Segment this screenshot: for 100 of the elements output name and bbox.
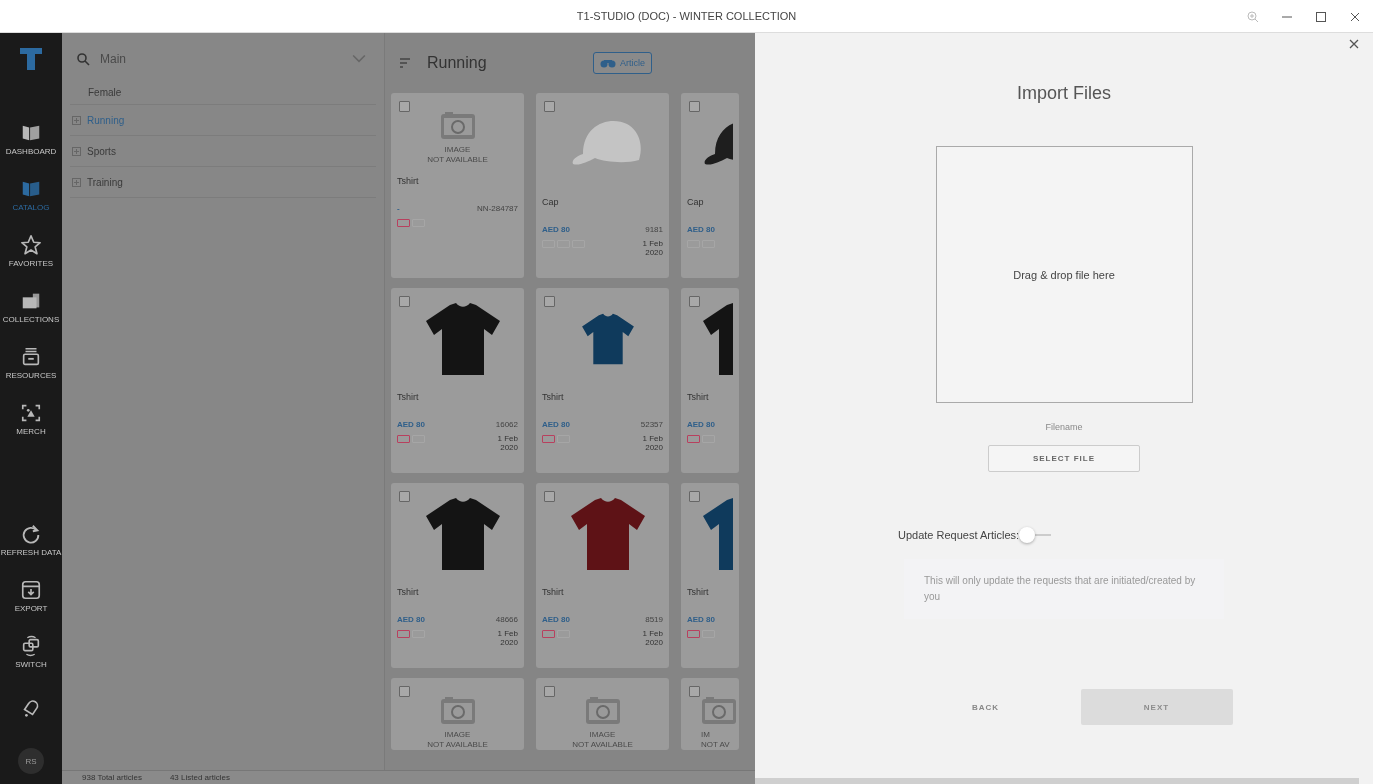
product-card[interactable]: IMAGE NOT AVAILABLE Tshirt - NN-284787 bbox=[391, 93, 524, 278]
checkbox[interactable] bbox=[689, 296, 700, 307]
back-button[interactable]: BACK bbox=[930, 690, 1041, 724]
product-price: AED 80 bbox=[397, 420, 425, 429]
product-price: AED 80 bbox=[542, 615, 570, 624]
nav-item[interactable]: REFRESH DATA bbox=[0, 512, 62, 568]
nav-item[interactable]: RESOURCES bbox=[0, 335, 62, 391]
product-name: Tshirt bbox=[397, 175, 420, 186]
toggle-label: Update Request Articles: bbox=[898, 529, 1020, 541]
checkbox[interactable] bbox=[544, 101, 555, 112]
close-icon[interactable] bbox=[1349, 10, 1361, 23]
product-card[interactable]: Tshirt AED 80 8519 1 Feb 2020 bbox=[536, 483, 669, 668]
filename-field[interactable]: Filename bbox=[1002, 421, 1126, 433]
product-card[interactable]: Tshirt AED 80 16062 1 Feb 2020 bbox=[391, 288, 524, 473]
nav-item[interactable]: FAVORITES bbox=[0, 223, 62, 279]
product-card[interactable]: IM NOT AV bbox=[681, 678, 739, 750]
checkbox[interactable] bbox=[399, 101, 410, 112]
product-code: 52357 bbox=[640, 420, 663, 429]
status-text: 43 Listed articles bbox=[169, 773, 230, 782]
dialog-title: Import Files bbox=[1017, 83, 1111, 104]
select-file-button[interactable]: SELECT FILE bbox=[988, 445, 1140, 472]
product-price: AED 80 bbox=[687, 225, 715, 234]
product-price: AED 80 bbox=[397, 615, 425, 624]
tree-item[interactable]: Sports bbox=[70, 136, 376, 167]
product-code: 9181 bbox=[645, 225, 663, 234]
product-date: 1 Feb 2020 bbox=[642, 630, 663, 648]
checkbox[interactable] bbox=[544, 491, 555, 502]
product-date: 1 Feb 2020 bbox=[642, 435, 663, 453]
product-card[interactable]: Cap AED 80 bbox=[681, 93, 739, 278]
expand-icon[interactable] bbox=[72, 177, 81, 187]
checkbox[interactable] bbox=[399, 686, 410, 697]
nav-item[interactable]: SWITCH bbox=[0, 624, 62, 680]
checkbox[interactable] bbox=[399, 296, 410, 307]
product-name: Tshirt bbox=[687, 392, 710, 402]
checkbox[interactable] bbox=[689, 491, 700, 502]
expand-icon[interactable] bbox=[72, 146, 81, 156]
nav-item[interactable]: COLLECTIONS bbox=[0, 279, 62, 335]
image-unavailable-text: IMAGE NOT AVAILABLE bbox=[427, 145, 488, 166]
maximize-icon[interactable] bbox=[1315, 10, 1327, 23]
user-avatar[interactable]: RS bbox=[18, 748, 44, 774]
camera-icon bbox=[439, 111, 476, 141]
search-icon bbox=[76, 52, 90, 66]
image-unavailable-text: IMAGE NOT AVAILABLE bbox=[572, 730, 633, 750]
scan-icon bbox=[20, 402, 42, 424]
checkbox[interactable] bbox=[689, 686, 700, 697]
product-card[interactable]: IMAGE NOT AVAILABLE bbox=[536, 678, 669, 750]
download-box-icon bbox=[20, 579, 42, 601]
catalog-title: Running bbox=[427, 54, 488, 72]
camera-icon bbox=[439, 696, 476, 726]
drop-zone[interactable]: Drag & drop file here bbox=[935, 146, 1193, 403]
product-card[interactable]: Tshirt AED 80 bbox=[681, 483, 739, 668]
product-name: Cap bbox=[542, 197, 560, 207]
product-date: 1 Feb 2020 bbox=[642, 240, 663, 258]
product-price: AED 80 bbox=[687, 420, 715, 429]
tree-item[interactable]: Training bbox=[70, 167, 376, 198]
logo-icon[interactable] bbox=[18, 45, 44, 71]
product-name: Tshirt bbox=[542, 392, 565, 402]
nav-item[interactable]: MERCH bbox=[0, 391, 62, 447]
tray-icon bbox=[20, 346, 42, 368]
nav-item[interactable]: EXPORT bbox=[0, 568, 62, 624]
product-date: 1 Feb 2020 bbox=[497, 630, 518, 648]
filter-icon[interactable] bbox=[399, 57, 411, 69]
product-code: 48666 bbox=[495, 615, 518, 624]
refresh-icon bbox=[20, 523, 42, 545]
product-card[interactable]: Tshirt AED 80 52357 1 Feb 2020 bbox=[536, 288, 669, 473]
checkbox[interactable] bbox=[399, 491, 410, 502]
product-date: 1 Feb 2020 bbox=[497, 435, 518, 453]
product-card[interactable]: Cap AED 80 9181 1 Feb 2020 bbox=[536, 93, 669, 278]
search-field[interactable]: Main bbox=[100, 52, 342, 66]
image-unavailable-text: IM NOT AV bbox=[701, 730, 730, 750]
product-card[interactable]: Tshirt AED 80 bbox=[681, 288, 739, 473]
checkbox[interactable] bbox=[689, 101, 700, 112]
product-code: 8519 bbox=[645, 615, 663, 624]
product-code: NN-284787 bbox=[477, 203, 518, 213]
product-name: Tshirt bbox=[397, 392, 420, 402]
close-button[interactable] bbox=[1347, 37, 1361, 51]
switch-icon bbox=[20, 635, 42, 657]
product-price: AED 80 bbox=[542, 225, 570, 234]
toggle-switch[interactable] bbox=[1019, 527, 1052, 543]
product-name: Tshirt bbox=[542, 587, 565, 597]
star-icon bbox=[20, 234, 42, 256]
product-card[interactable]: IMAGE NOT AVAILABLE bbox=[391, 678, 524, 750]
product-card[interactable]: Tshirt AED 80 48666 1 Feb 2020 bbox=[391, 483, 524, 668]
expand-icon[interactable] bbox=[72, 115, 81, 125]
group-label: Female bbox=[70, 77, 376, 105]
camera-icon bbox=[584, 696, 621, 726]
product-price: AED 80 bbox=[542, 420, 570, 429]
checkbox[interactable] bbox=[544, 686, 555, 697]
product-price: AED 80 bbox=[687, 615, 715, 624]
nav-item[interactable]: DASHBOARD bbox=[0, 111, 62, 167]
image-unavailable-text: IMAGE NOT AVAILABLE bbox=[427, 730, 488, 750]
zoom-icon[interactable] bbox=[1247, 10, 1259, 23]
product-name: Tshirt bbox=[687, 587, 710, 597]
binoculars-icon bbox=[600, 58, 616, 68]
checkbox[interactable] bbox=[544, 296, 555, 307]
window-title: T1-STUDIO (DOC) - WINTER COLLECTION bbox=[576, 10, 797, 22]
product-name: Tshirt bbox=[397, 587, 420, 597]
nav-item[interactable]: CATALOG bbox=[0, 167, 62, 223]
status-text: 938 Total articles bbox=[82, 773, 142, 782]
product-code: 16062 bbox=[495, 420, 518, 429]
